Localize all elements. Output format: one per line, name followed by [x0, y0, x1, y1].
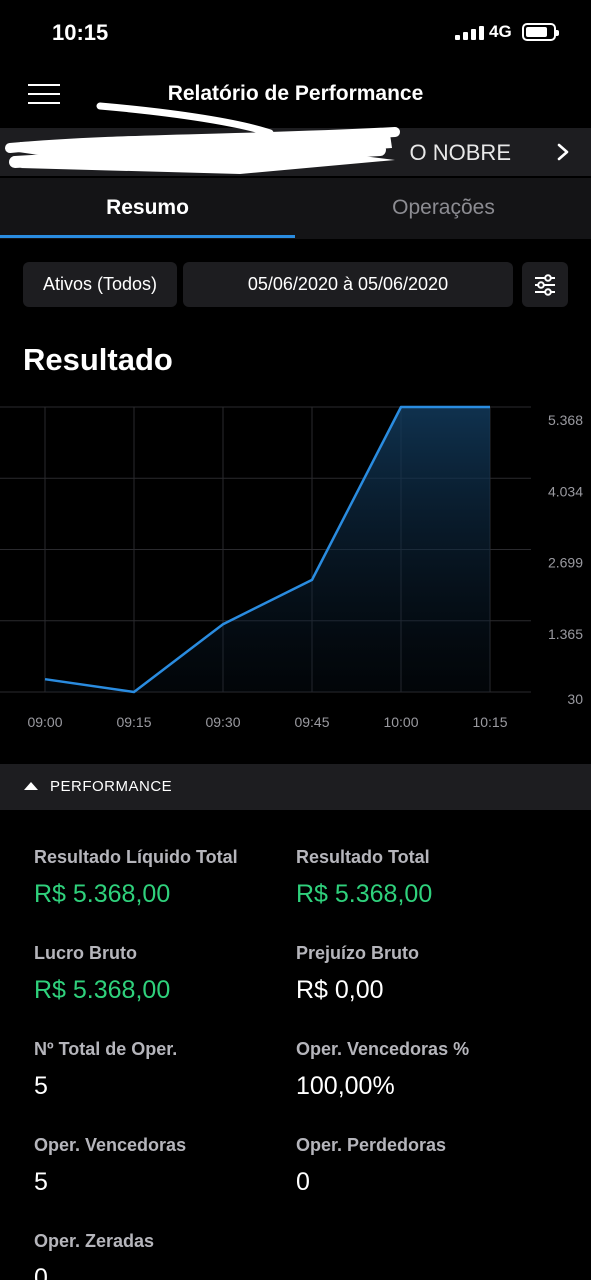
x-tick-label: 10:15	[472, 714, 507, 730]
metric-label: Prejuízo Bruto	[296, 943, 420, 963]
metric-resultado-liquido-total: Resultado Líquido Total R$ 5.368,00	[34, 847, 284, 909]
metric-value: 5	[34, 1072, 48, 1100]
tab-operacoes[interactable]: Operações	[296, 178, 591, 239]
metric-value: R$ 5.368,00	[296, 880, 433, 908]
section-title: Resultado	[23, 342, 173, 377]
y-tick-label: 30	[567, 691, 583, 707]
status-bar: 10:15 4G	[0, 0, 591, 62]
account-selector[interactable]: O NOBRE	[0, 102, 591, 176]
metric-label: Lucro Bruto	[34, 943, 137, 963]
chevron-right-icon	[557, 143, 569, 161]
caret-up-icon	[24, 782, 38, 790]
metric-value: 0	[296, 1168, 310, 1196]
metric-value: R$ 0,00	[296, 976, 384, 1004]
x-tick-label: 09:00	[27, 714, 62, 730]
y-tick-label: 1.365	[548, 626, 583, 642]
y-tick-label: 5.368	[548, 412, 583, 428]
signal-icon	[455, 25, 484, 40]
tab-bar: Resumo Operações	[0, 178, 591, 239]
metric-prejuizo-bruto: Prejuízo Bruto R$ 0,00	[296, 943, 546, 1005]
metric-label: Resultado Líquido Total	[34, 847, 238, 867]
metric-label: Nº Total de Oper.	[34, 1039, 178, 1059]
date-range-button[interactable]: 05/06/2020 à 05/06/2020	[183, 262, 513, 307]
battery-icon	[522, 23, 559, 41]
metric-operacoes-perdedoras: Oper. Perdedoras 0	[296, 1135, 546, 1197]
sliders-icon	[535, 274, 555, 296]
metric-value: 100,00%	[296, 1072, 395, 1100]
metric-lucro-bruto: Lucro Bruto R$ 5.368,00	[34, 943, 284, 1005]
metric-operacoes-vencedoras: Oper. Vencedoras 5	[34, 1135, 284, 1197]
network-type: 4G	[489, 22, 512, 41]
metric-label: Resultado Total	[296, 847, 430, 867]
metric-value: R$ 5.368,00	[34, 976, 171, 1004]
metric-value: 0	[34, 1264, 48, 1280]
x-tick-label: 10:00	[383, 714, 418, 730]
metric-label: Oper. Zeradas	[34, 1231, 155, 1251]
metric-label: Oper. Vencedoras %	[296, 1039, 470, 1059]
metric-value: 5	[34, 1168, 48, 1196]
result-chart: 5.368 4.034 2.699 1.365 30 09:00 09:15 09:30 09:…	[0, 405, 583, 730]
status-time: 10:15	[52, 20, 109, 45]
metric-total-operacoes: Nº Total de Oper. 5	[34, 1039, 284, 1101]
x-tick-label: 09:30	[205, 714, 240, 730]
tab-resumo[interactable]: Resumo	[0, 178, 295, 239]
assets-filter-button[interactable]: Ativos (Todos)	[23, 262, 177, 307]
y-tick-label: 4.034	[548, 483, 583, 499]
active-tab-indicator	[0, 235, 295, 238]
metric-resultado-total: Resultado Total R$ 5.368,00	[296, 847, 546, 909]
performance-section-toggle[interactable]: PERFORMANCE	[0, 764, 591, 810]
metric-operacoes-vencedoras-pct: Oper. Vencedoras % 100,00%	[296, 1039, 546, 1101]
x-tick-label: 09:45	[294, 714, 329, 730]
metric-label: Oper. Perdedoras	[296, 1135, 447, 1155]
redaction-scribble	[5, 102, 400, 174]
x-tick-label: 09:15	[116, 714, 151, 730]
metric-value: R$ 5.368,00	[34, 880, 171, 908]
page-title: Relatório de Performance	[167, 82, 424, 105]
metric-label: Oper. Vencedoras	[34, 1135, 187, 1155]
filter-settings-button[interactable]	[522, 262, 568, 307]
account-name: O NOBRE	[409, 140, 511, 165]
metric-operacoes-zeradas: Oper. Zeradas 0	[34, 1231, 284, 1280]
performance-label: PERFORMANCE	[50, 778, 173, 795]
y-tick-label: 2.699	[548, 555, 583, 571]
